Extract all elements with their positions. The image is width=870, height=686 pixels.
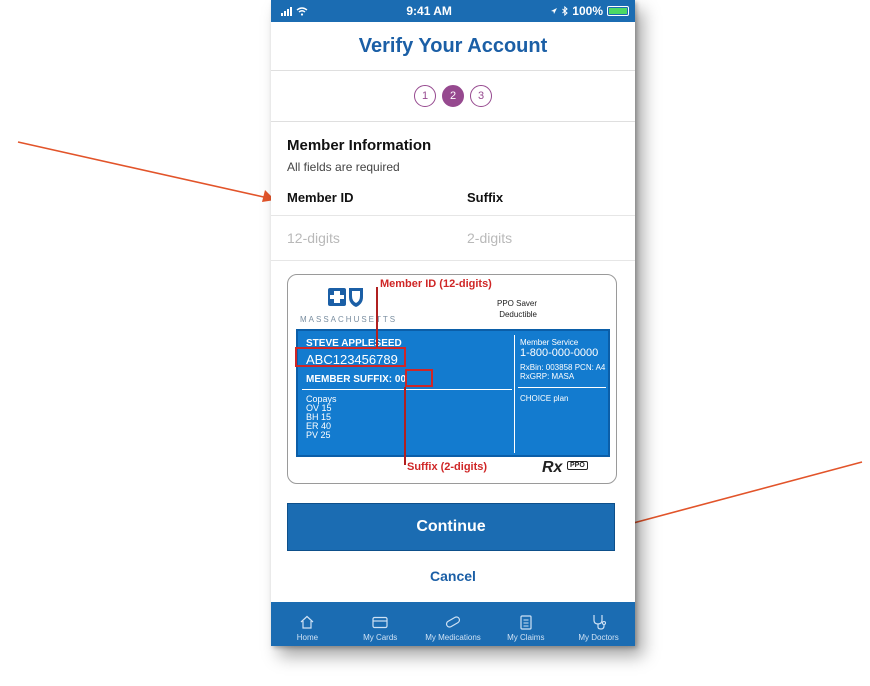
tab-bar: Home My Cards My Medications My Claims M… bbox=[271, 602, 635, 646]
field-labels: Member ID Suffix bbox=[271, 174, 635, 205]
title-bar: Verify Your Account bbox=[271, 22, 635, 70]
tab-my-doctors[interactable]: My Doctors bbox=[563, 602, 635, 646]
member-service-phone: 1-800-000-0000 bbox=[520, 347, 599, 359]
tab-home-label: Home bbox=[296, 633, 319, 642]
arrow-to-member-id bbox=[17, 141, 275, 202]
card-divider bbox=[514, 335, 515, 453]
member-service-label: Member Service bbox=[520, 338, 579, 347]
clipboard-icon bbox=[520, 615, 532, 630]
pill-icon bbox=[445, 616, 461, 628]
status-bar: 9:41 AM 100% bbox=[271, 0, 635, 22]
tab-my-medications-label: My Medications bbox=[425, 633, 481, 642]
step-2-active: 2 bbox=[442, 85, 464, 107]
blue-cross-blue-shield-logo bbox=[328, 288, 363, 307]
card-copays: Copays OV 15 BH 15 ER 40 PV 25 bbox=[306, 395, 337, 440]
step-1: 1 bbox=[414, 85, 436, 107]
member-fields bbox=[271, 215, 635, 261]
suffix-callout-line bbox=[404, 387, 406, 465]
phone-screen: 9:41 AM 100% Verify Your Account 1 2 3 M… bbox=[271, 0, 635, 646]
stethoscope-icon bbox=[592, 615, 606, 630]
member-card-example: MASSACHUSETTS PPO Saver Deductible STEVE… bbox=[287, 274, 617, 484]
card-member-suffix: MEMBER SUFFIX: 00 bbox=[306, 374, 407, 385]
card-icon bbox=[372, 616, 388, 628]
tab-my-cards-label: My Cards bbox=[363, 633, 398, 642]
member-id-input[interactable] bbox=[287, 230, 467, 246]
location-icon bbox=[551, 8, 558, 14]
suffix-label: Suffix bbox=[467, 190, 504, 205]
required-note: All fields are required bbox=[287, 160, 400, 174]
status-time: 9:41 AM bbox=[406, 4, 452, 18]
plan-type: Deductible bbox=[499, 310, 537, 319]
arrow-to-continue bbox=[614, 461, 863, 532]
signal-icon bbox=[281, 6, 292, 16]
page-title: Verify Your Account bbox=[358, 34, 548, 57]
ppo-badge: PPO bbox=[567, 461, 588, 470]
battery-icon bbox=[607, 6, 629, 16]
rxbin-info: RxBin: 003858 PCN: A4 bbox=[520, 363, 606, 372]
suffix-highlight bbox=[405, 369, 433, 387]
tab-home[interactable]: Home bbox=[271, 602, 343, 646]
tab-my-medications[interactable]: My Medications bbox=[417, 602, 489, 646]
battery-percent: 100% bbox=[572, 4, 603, 18]
card-brand: MASSACHUSETTS bbox=[300, 315, 398, 324]
rxgrp-info: RxGRP: MASA bbox=[520, 372, 575, 381]
cancel-button[interactable]: Cancel bbox=[271, 568, 635, 584]
card-divider bbox=[518, 387, 606, 388]
step-indicator: 1 2 3 bbox=[271, 70, 635, 122]
tab-my-cards[interactable]: My Cards bbox=[344, 602, 416, 646]
member-id-callout-line bbox=[376, 287, 378, 347]
plan-name: PPO Saver bbox=[496, 299, 537, 308]
choice-plan: CHOICE plan bbox=[520, 394, 569, 403]
suffix-input[interactable] bbox=[467, 230, 587, 246]
tab-my-doctors-label: My Doctors bbox=[578, 633, 619, 642]
continue-button[interactable]: Continue bbox=[287, 503, 615, 551]
home-icon bbox=[300, 615, 314, 629]
member-id-callout-text: Member ID (12-digits) bbox=[380, 278, 492, 290]
member-id-label: Member ID bbox=[287, 190, 354, 205]
tab-my-claims-label: My Claims bbox=[507, 633, 545, 642]
bluetooth-icon bbox=[562, 6, 569, 16]
suffix-callout-text: Suffix (2-digits) bbox=[407, 461, 488, 473]
copay-item: PV 25 bbox=[306, 430, 331, 440]
card-divider bbox=[302, 389, 512, 390]
section-title: Member Information bbox=[287, 137, 432, 154]
member-card: MASSACHUSETTS PPO Saver Deductible STEVE… bbox=[287, 274, 617, 484]
step-3: 3 bbox=[470, 85, 492, 107]
tab-my-claims[interactable]: My Claims bbox=[490, 602, 562, 646]
member-id-highlight bbox=[295, 347, 406, 367]
rx-icon: Rx bbox=[542, 459, 563, 476]
wifi-icon bbox=[296, 6, 308, 16]
